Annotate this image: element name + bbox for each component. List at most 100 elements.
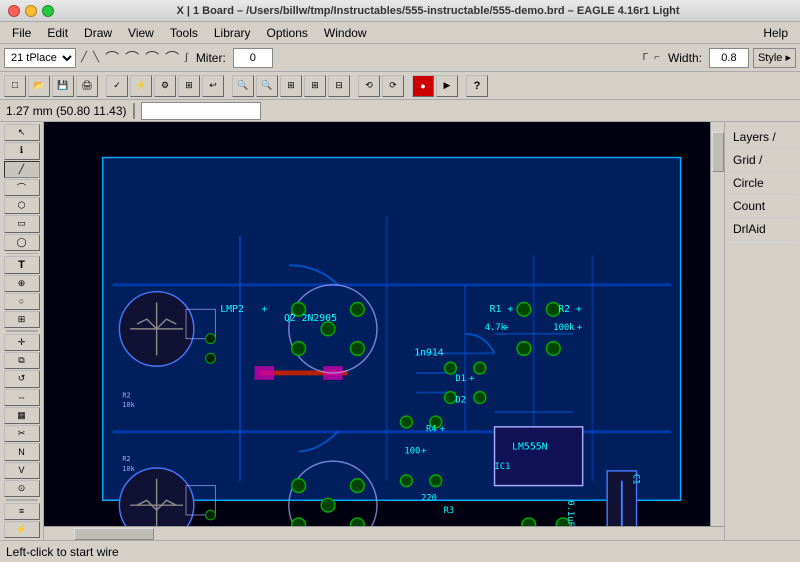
right-panel-drlaid[interactable]: DrlAid [727,218,798,241]
lt-mirror[interactable]: ⇔ [4,389,40,406]
menu-help[interactable]: Help [755,24,796,42]
menu-library[interactable]: Library [206,24,259,42]
menu-options[interactable]: Options [259,24,316,42]
lt-rect[interactable]: ▭ [4,215,40,232]
lt-circle[interactable]: ◯ [4,234,40,251]
right-panel-count[interactable]: Count [727,195,798,218]
menu-tools[interactable]: Tools [162,24,206,42]
tb-new[interactable]: □ [4,75,26,97]
tb-route[interactable]: ⊞ [178,75,200,97]
minimize-button[interactable] [25,5,37,17]
style-button[interactable]: Style ▸ [753,48,796,68]
lt-move[interactable]: ✛ [4,334,40,351]
lt-ratsnest[interactable]: ≡ [4,503,40,520]
tb-open[interactable]: 📂 [28,75,50,97]
menu-window[interactable]: Window [316,24,375,42]
lt-group[interactable]: ▦ [4,407,40,424]
lt-text[interactable]: T [4,256,40,273]
horizontal-scrollbar[interactable] [44,526,724,540]
svg-text:+: + [421,446,426,456]
menu-draw[interactable]: Draw [76,24,120,42]
lt-via[interactable]: ⊕ [4,275,40,292]
draw-spline[interactable]: ∫ [184,52,189,63]
lt-poly[interactable]: ⬡ [4,197,40,214]
draw-arc4[interactable]: ⌒ [164,48,180,68]
layer-select[interactable]: 21 tPlace [4,48,76,68]
lt-value[interactable]: V [4,462,40,479]
tb-cam[interactable]: ⚙ [154,75,176,97]
lt-pad[interactable]: ⊞ [4,311,40,328]
lt-wire[interactable]: ╱ [4,161,40,178]
svg-text:R3: R3 [444,506,455,516]
lt-arc[interactable]: ⌒ [4,179,40,196]
svg-text:0.1uF: 0.1uF [565,500,575,526]
miter-label: Miter: [193,51,229,65]
pcb-canvas-area[interactable]: LMP2 + Q2 2N2905 R1 + R2 + 4.7k + 100k +… [44,122,710,526]
close-button[interactable] [8,5,20,17]
svg-text:D2: D2 [455,395,466,405]
draw-corner1[interactable]: Γ [642,52,650,63]
width-input[interactable] [709,48,749,68]
tb-zoom-sel[interactable]: ⊞ [304,75,326,97]
draw-arc2[interactable]: ⌒ [124,48,140,68]
tb-zoom-in[interactable]: 🔍 [232,75,254,97]
tb-stop[interactable]: ● [412,75,434,97]
draw-arc1[interactable]: ⌒ [104,48,120,68]
menu-file[interactable]: File [4,24,39,42]
tb-redo[interactable]: ⟳ [382,75,404,97]
right-panel-circle[interactable]: Circle [727,172,798,195]
svg-text:10k: 10k [122,401,135,409]
svg-text:LM555N: LM555N [512,441,547,452]
lt-delete[interactable]: ✂ [4,425,40,442]
menubar: File Edit Draw View Tools Library Option… [0,22,800,44]
tb-print[interactable]: 🖨 [76,75,98,97]
svg-text:R1: R1 [490,304,502,315]
width-label: Width: [665,51,705,65]
tb-drc[interactable]: ✓ [106,75,128,97]
lt-autoroute[interactable]: ⚡ [4,521,40,538]
tb-save[interactable]: 💾 [52,75,74,97]
lt-hole[interactable]: ○ [4,293,40,310]
pcb-canvas[interactable]: LMP2 + Q2 2N2905 R1 + R2 + 4.7k + 100k +… [44,122,710,526]
toolbar1: 21 tPlace ╱ ╲ ⌒ ⌒ ⌒ ⌒ ∫ Miter: Γ ⌐ Width… [0,44,800,72]
svg-text:LMP2: LMP2 [220,304,244,315]
horizontal-scroll-thumb[interactable] [74,528,154,540]
draw-line[interactable]: ╱ [80,52,88,63]
main-area: ↖ ℹ ╱ ⌒ ⬡ ▭ ◯ T ⊕ ○ ⊞ ✛ ⧉ ↺ ⇔ ▦ ✂ N V ⊙ … [0,122,800,540]
draw-arc3[interactable]: ⌒ [144,48,160,68]
svg-text:R2: R2 [558,304,570,315]
tb-zoom-prev[interactable]: ⊟ [328,75,350,97]
window-controls[interactable] [8,5,54,17]
menu-view[interactable]: View [120,24,162,42]
maximize-button[interactable] [42,5,54,17]
menu-edit[interactable]: Edit [39,24,76,42]
lt-smash[interactable]: ⊙ [4,480,40,497]
coordbar: 1.27 mm (50.80 11.43) [0,100,800,122]
tb-erc[interactable]: ⚡ [130,75,152,97]
draw-line2[interactable]: ╲ [92,52,100,63]
tb-zoom-fit[interactable]: ⊞ [280,75,302,97]
tb-help[interactable]: ? [466,75,488,97]
draw-corner2[interactable]: ⌐ [653,52,661,63]
lt-copy[interactable]: ⧉ [4,352,40,369]
lt-rotate[interactable]: ↺ [4,370,40,387]
coord-separator [133,103,135,119]
tb-ripup[interactable]: ↩ [202,75,224,97]
status-text: Left-click to start wire [6,545,119,559]
lt-info[interactable]: ℹ [4,142,40,159]
vertical-scroll-thumb[interactable] [712,132,724,172]
tb-undo[interactable]: ⟲ [358,75,380,97]
svg-text:+: + [469,374,474,384]
command-input[interactable] [141,102,261,120]
vertical-scrollbar[interactable] [710,122,724,526]
tb-zoom-out[interactable]: 🔍 [256,75,278,97]
svg-text:+: + [576,304,582,315]
lt-select[interactable]: ↖ [4,124,40,141]
right-panel-grid[interactable]: Grid / [727,149,798,172]
right-panel-layers[interactable]: Layers / [727,126,798,149]
window-title: X | 1 Board – /Users/billw/tmp/Instructa… [64,5,792,17]
svg-text:R4: R4 [426,425,437,435]
tb-run[interactable]: ▶ [436,75,458,97]
miter-input[interactable] [233,48,273,68]
lt-name[interactable]: N [4,443,40,460]
